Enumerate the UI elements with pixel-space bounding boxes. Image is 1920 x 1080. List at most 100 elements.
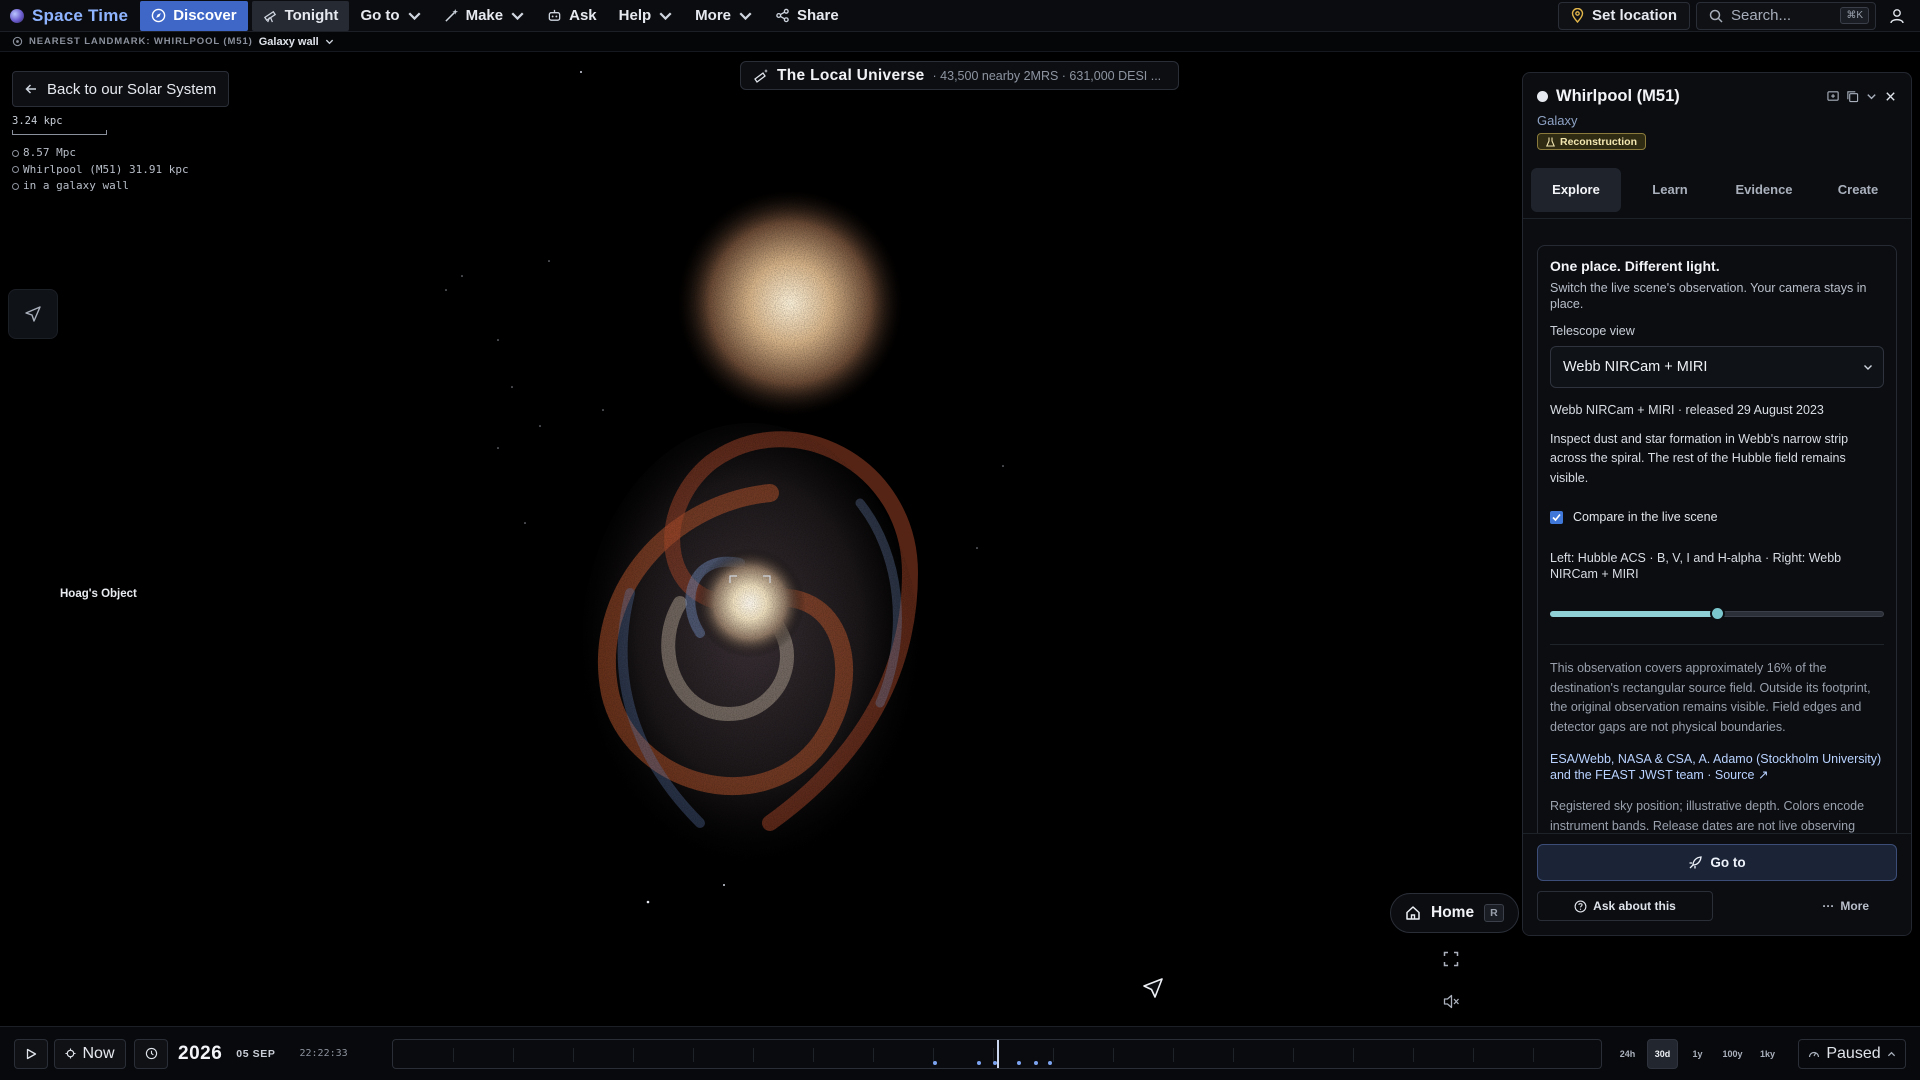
sparkle-telescope-icon — [754, 68, 768, 83]
scale-bar — [12, 130, 107, 135]
location-icon — [12, 36, 23, 47]
timeline-event-marker[interactable] — [933, 1061, 937, 1065]
range-100y[interactable]: 100y — [1717, 1039, 1748, 1069]
range-30d[interactable]: 30d — [1647, 1039, 1678, 1069]
copy-icon[interactable] — [1846, 90, 1859, 103]
observation-description: Inspect dust and star formation in Webb'… — [1550, 431, 1849, 485]
telescope-view-value: Webb NIRCam + MIRI — [1563, 358, 1708, 375]
history-button[interactable] — [134, 1038, 168, 1069]
compare-checkbox[interactable] — [1550, 510, 1563, 524]
question-bubble-icon — [1574, 900, 1587, 912]
check-icon — [1552, 513, 1561, 521]
compare-checkbox-row[interactable]: Compare in the live scene — [1550, 510, 1884, 524]
hoags-object-label[interactable]: Hoag's Object — [60, 588, 137, 600]
whirlpool-galaxy-render[interactable] — [440, 133, 1040, 953]
timeline-tick — [1233, 1048, 1234, 1062]
landmark-dropdown[interactable]: Galaxy wall — [259, 36, 319, 48]
range-24h[interactable]: 24h — [1612, 1039, 1643, 1069]
home-button[interactable]: Home R — [1390, 893, 1519, 933]
help-label: Help — [618, 7, 652, 24]
fullscreen-button[interactable] — [1440, 948, 1462, 970]
speaker-mute-icon — [1443, 994, 1459, 1008]
timeline-event-marker[interactable] — [993, 1061, 997, 1065]
brand[interactable]: Space Time — [0, 0, 140, 32]
ellipsis-icon: ··· — [1822, 899, 1835, 913]
wand-icon — [444, 8, 458, 22]
add-bookmark-icon[interactable] — [1827, 90, 1840, 103]
playback-status-button[interactable]: Paused — [1798, 1039, 1906, 1069]
chevron-up-icon — [1887, 1051, 1895, 1056]
ask-button[interactable]: Ask — [536, 0, 608, 32]
go-to-menu[interactable]: Go to — [349, 0, 432, 32]
more-menu[interactable]: More — [684, 0, 764, 32]
telescope-view-select[interactable]: Webb NIRCam + MIRI — [1550, 345, 1884, 388]
clock-history-icon — [145, 1047, 157, 1060]
back-to-solar-system-button[interactable]: Back to our Solar System — [12, 71, 230, 107]
divider — [1523, 217, 1911, 219]
distance-value: 8.57 Mpc — [23, 146, 76, 159]
planet-logo-icon — [10, 8, 24, 23]
tonight-button[interactable]: Tonight — [251, 0, 350, 31]
tab-evidence[interactable]: Evidence — [1719, 168, 1809, 212]
now-label: Now — [82, 1044, 115, 1062]
scale-value: 3.24 kpc — [12, 115, 63, 127]
mute-button[interactable] — [1440, 990, 1462, 1012]
chevron-down-icon[interactable] — [1865, 90, 1878, 103]
search-icon — [1709, 9, 1723, 23]
play-button[interactable] — [14, 1038, 48, 1069]
speed-gauge-icon — [1809, 1051, 1820, 1058]
ask-label: Ask — [569, 7, 597, 24]
current-date[interactable]: 05 SEP — [236, 1048, 275, 1060]
timeline-tick — [1053, 1048, 1054, 1062]
mouse-cursor-icon — [1143, 978, 1163, 998]
current-year[interactable]: 2026 — [178, 1043, 222, 1065]
timeline-playhead[interactable] — [997, 1040, 999, 1068]
home-shortcut: R — [1484, 904, 1504, 922]
distance-line-3: in a galaxy wall — [12, 178, 189, 195]
timeline-tick — [1353, 1048, 1354, 1062]
make-label: Make — [465, 7, 504, 24]
compare-description: Left: Hubble ACS · B, V, I and H-alpha ·… — [1550, 551, 1842, 581]
compare-slider[interactable] — [1550, 606, 1884, 622]
distance-value: Whirlpool (M51) 31.91 kpc — [23, 162, 189, 176]
universe-title: The Local Universe — [777, 66, 925, 84]
observation-card: One place. Different light. Switch the l… — [1537, 244, 1897, 845]
tab-learn[interactable]: Learn — [1625, 168, 1715, 212]
close-icon[interactable] — [1884, 90, 1897, 103]
play-icon — [26, 1048, 37, 1059]
tab-create[interactable]: Create — [1813, 168, 1903, 212]
help-menu[interactable]: Help — [608, 0, 685, 32]
make-menu[interactable]: Make — [433, 0, 537, 32]
timeline-event-marker[interactable] — [1017, 1061, 1021, 1065]
timeline-event-marker[interactable] — [1048, 1061, 1052, 1065]
search-input[interactable]: Search... ⌘K — [1696, 1, 1876, 30]
universe-context-pill[interactable]: The Local Universe · 43,500 nearby 2MRS … — [740, 61, 1179, 90]
scale-readout: 3.24 kpc 8.57 Mpc Whirlpool (M51) 31.91 … — [12, 115, 189, 195]
more-label: More — [695, 7, 732, 24]
go-to-button[interactable]: Go to — [1537, 844, 1897, 881]
discover-button[interactable]: Discover — [140, 0, 248, 31]
tab-explore[interactable]: Explore — [1531, 167, 1621, 212]
chevron-down-icon — [408, 12, 421, 21]
range-1y[interactable]: 1y — [1682, 1039, 1713, 1069]
current-time: 22:22:33 — [299, 1048, 348, 1059]
account-button[interactable] — [1882, 2, 1912, 30]
range-1ky[interactable]: 1ky — [1752, 1039, 1783, 1069]
ring-icon — [12, 182, 19, 190]
now-button[interactable]: Now — [54, 1038, 126, 1069]
timeline-event-marker[interactable] — [977, 1061, 981, 1065]
pointer-tool-button[interactable] — [8, 289, 58, 339]
timeline-track[interactable] — [392, 1039, 1602, 1069]
share-button[interactable]: Share — [764, 0, 850, 32]
telescope-view-label: Telescope view — [1550, 323, 1635, 338]
more-actions-button[interactable]: ··· More — [1822, 899, 1869, 913]
ask-about-button[interactable]: Ask about this — [1537, 891, 1713, 921]
set-location-button[interactable]: Set location — [1557, 1, 1690, 30]
timeline-event-marker[interactable] — [1034, 1061, 1038, 1065]
timeline-bar: Now 2026 05 SEP 22:22:33 24h 30d 1y 100y… — [0, 1026, 1920, 1080]
registration-note: Registered sky position; illustrative de… — [1550, 799, 1865, 833]
slider-thumb[interactable] — [1710, 606, 1725, 621]
chevron-down-icon[interactable] — [325, 37, 334, 46]
image-credit-link[interactable]: ESA/Webb, NASA & CSA, A. Adamo (Stockhol… — [1550, 751, 1884, 783]
map-pin-icon — [1571, 8, 1584, 23]
